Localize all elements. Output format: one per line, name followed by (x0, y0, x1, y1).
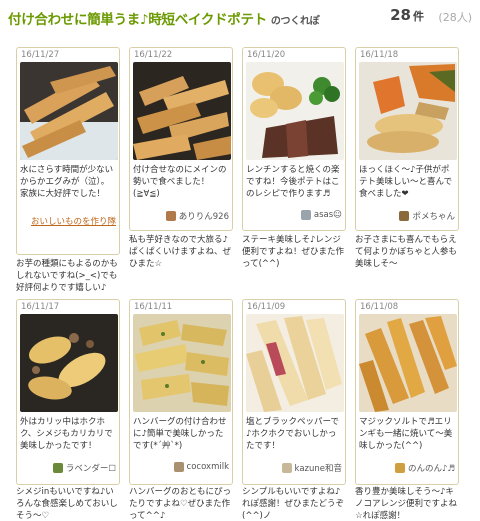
report-card[interactable]: 16/11/22 付け合せなのにメインの勢いで食べました！(≧∀≦) ありりん9… (129, 47, 233, 231)
reporter-name[interactable]: ポメちゃん (412, 210, 455, 222)
author-reply: お芋の種類にもよるのかもしれないですね(>_<)でも好評何よりです嬉しい♪ (16, 259, 118, 293)
report-photo[interactable] (20, 62, 118, 160)
reporter[interactable]: ポメちゃん (399, 210, 455, 222)
report-card[interactable]: 16/11/09 塩とブラックペッパーで♪ホクホクでおいしかったです！ kazu… (242, 299, 346, 485)
report-comment: 付け合せなのにメインの勢いで食べました！(≧∀≦) (133, 165, 227, 199)
potato-shimeji-photo-icon (20, 314, 118, 412)
report-card[interactable]: 16/11/20 レンチンすると焼くの楽ですね！今後ポテトはこのレシピで作ります… (242, 47, 346, 231)
reporter[interactable]: kazune和音 (281, 462, 342, 474)
author-reply: 私も芋好きなので大旅る♪ぱくぱくいけますよね、ぜひまた☆ (129, 235, 232, 269)
avatar (281, 463, 292, 473)
reporter-name[interactable]: cocoxmilk (187, 462, 229, 472)
report-count: 28 件 (390, 6, 424, 24)
report-photo[interactable] (359, 314, 457, 412)
report-count-unit: 件 (413, 10, 424, 23)
potato-sticks-photo-icon (246, 314, 344, 412)
report-photo[interactable] (246, 62, 344, 160)
potato-wedges-photo-icon (133, 62, 231, 160)
avatar (300, 210, 311, 220)
report-date: 16/11/20 (247, 50, 286, 60)
report-photo[interactable] (359, 62, 457, 160)
report-comment: 塩とブラックペッパーで♪ホクホクでおいしかったです！ (246, 417, 339, 451)
author-reply: シンプルもいいですよね♪れぽ感謝！ぜひまたどうぞ(^^)ノ (242, 487, 345, 521)
avatar (165, 211, 176, 221)
report-photo[interactable] (133, 62, 231, 160)
report-count-number: 28 (390, 6, 411, 24)
report-photo[interactable] (20, 314, 118, 412)
author-reply: ハンバーグのおともにぴったりですよね♡ぜひまた作って^^♪ (129, 487, 232, 521)
author-reply: お子さまにも喜んでもらえて何よりかぼちゃと人参も美味しそ～ (355, 235, 457, 269)
reporter[interactable]: asas☺ (300, 210, 342, 220)
potato-eringi-photo-icon (359, 314, 457, 412)
report-card[interactable]: 16/11/17 外はカリッ中はホクホク、シメジもカリカリで美味しかったです！ … (16, 299, 120, 485)
avatar (52, 463, 63, 473)
header: 付け合わせに簡単うま♪時短ベイクドポテト のつくれぽ 28 件 (28人) (0, 0, 480, 34)
report-comment: 水にさらす時間が少ないからかエグみが（泣）。家族に大好評でした！ (20, 165, 114, 199)
avatar (394, 463, 405, 473)
author-reply: シメジinもいいですね♪いろんな食感楽しめておいしそう～♡ (16, 487, 118, 521)
report-comment: マジックソルトで♬エリンギも一緒に焼いて〜美味しかった(^^) (359, 417, 453, 451)
report-comment: レンチンすると焼くの楽ですね！今後ポテトはこのレシピで作ります♬ (246, 165, 340, 199)
reporter[interactable]: cocoxmilk (173, 462, 229, 472)
reporter[interactable]: ありりん926 (165, 210, 229, 222)
report-date: 16/11/18 (360, 50, 399, 60)
recipe-title-text[interactable]: 付け合わせに簡単うま♪時短ベイクドポテト (8, 12, 267, 28)
recipe-title-suffix: のつくれぽ (270, 16, 320, 27)
report-date: 16/11/09 (247, 302, 286, 312)
reporter-name[interactable]: asas☺ (314, 210, 342, 220)
reporter-name[interactable]: ラベンダー☐ (66, 462, 116, 474)
author-reply: 香り豊か美味しそう～♪キノコアレンジ便利ですよね☆れぽ感謝！ (355, 487, 458, 521)
reporter[interactable]: のんのん♪♬ (394, 462, 455, 474)
potato-wedges-herbs-photo-icon (133, 314, 231, 412)
report-date: 16/11/17 (21, 302, 60, 312)
report-card[interactable]: 16/11/27 水にさらす時間が少ないからかエグみが（泣）。家族に大好評でした… (16, 47, 120, 255)
reporter-name[interactable]: kazune和音 (295, 462, 342, 474)
steak-and-potatoes-photo-icon (246, 62, 344, 160)
report-date: 16/11/11 (134, 302, 173, 312)
report-date: 16/11/27 (21, 50, 60, 60)
report-card[interactable]: 16/11/18 ほっくほく～♪子供がポテト美味しい～と喜んで食べました❤ ポメ… (355, 47, 459, 231)
report-card[interactable]: 16/11/11 ハンバーグの付け合わせに♪簡単で美味しかったです(*´艸`*)… (129, 299, 233, 485)
potato-wedges-photo-icon (20, 62, 118, 160)
report-date: 16/11/08 (360, 302, 399, 312)
report-card[interactable]: 16/11/08 マジックソルトで♬エリンギも一緒に焼いて〜美味しかった(^^)… (355, 299, 459, 485)
avatar (399, 211, 410, 221)
recipe-title[interactable]: 付け合わせに簡単うま♪時短ベイクドポテト のつくれぽ (8, 8, 320, 28)
report-comment: ほっくほく～♪子供がポテト美味しい～と喜んで食べました❤ (359, 165, 453, 199)
report-date: 16/11/22 (134, 50, 173, 60)
report-comment: 外はカリッ中はホクホク、シメジもカリカリで美味しかったです！ (20, 417, 113, 451)
author-reply: ステーキ美味しそ♪レンジ便利ですよね！ぜひまた作って(^^) (242, 235, 345, 269)
reporter-name[interactable]: のんのん♪♬ (408, 462, 455, 474)
reporter-name-link[interactable]: おいしいものを作り隊 (30, 216, 116, 228)
reporter[interactable]: ラベンダー☐ (52, 462, 116, 474)
report-people-count: (28人) (438, 11, 472, 24)
reporter-name[interactable]: ありりん926 (179, 210, 229, 222)
avatar (173, 462, 184, 472)
report-photo[interactable] (133, 314, 231, 412)
report-comment: ハンバーグの付け合わせに♪簡単で美味しかったです(*´艸`*) (133, 417, 227, 451)
potato-pumpkin-carrot-photo-icon (359, 62, 457, 160)
report-photo[interactable] (246, 314, 344, 412)
